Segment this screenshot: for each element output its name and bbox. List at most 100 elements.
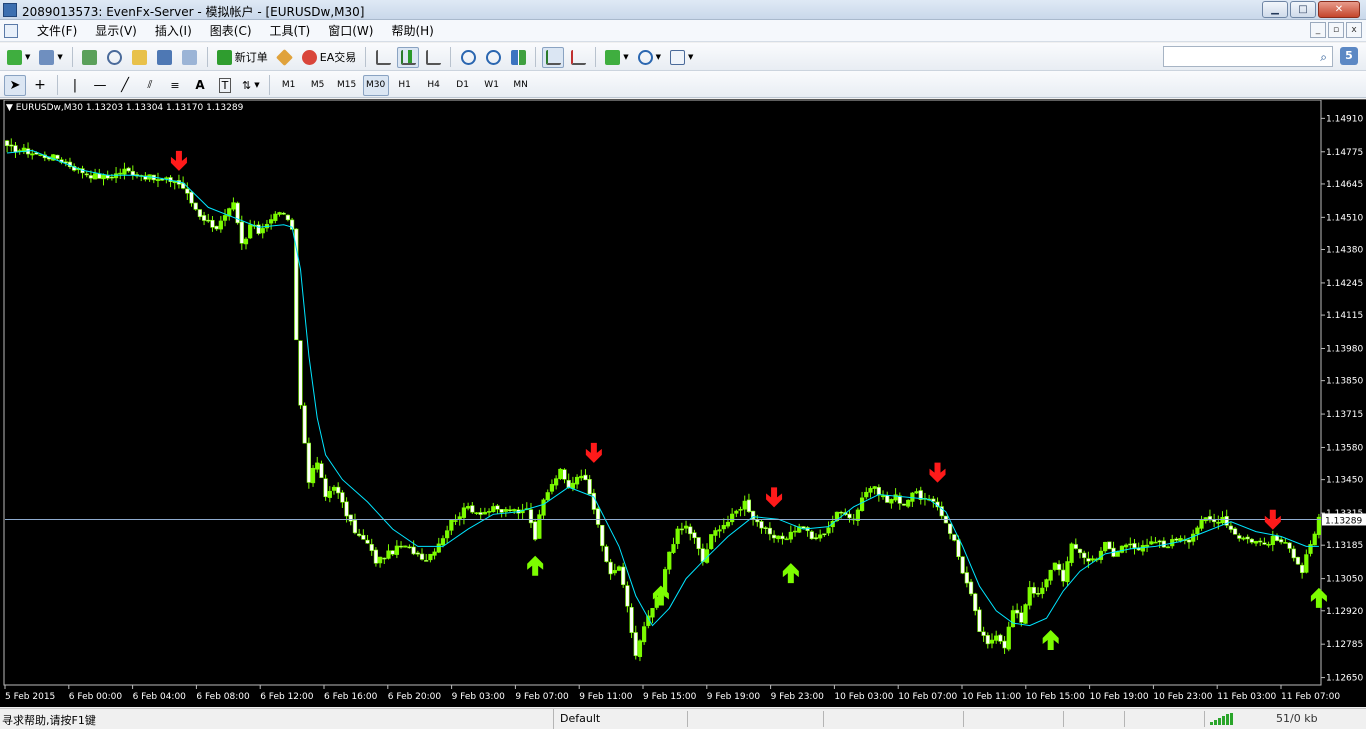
candle-body [1228, 525, 1233, 530]
terminal-button[interactable] [154, 47, 176, 68]
text-button[interactable]: A [189, 75, 211, 96]
candle-body [780, 535, 785, 540]
toolbar-separator [365, 47, 367, 67]
arrows-button[interactable]: ⇅ ▼ [239, 75, 263, 96]
candle-body [759, 521, 764, 529]
menu-window[interactable]: 窗口(W) [319, 23, 382, 39]
navigator-button[interactable] [129, 47, 151, 68]
market-watch-button[interactable] [79, 47, 101, 68]
candle-body [231, 202, 236, 210]
candle-body [1077, 548, 1083, 554]
text-label-button[interactable]: T [214, 75, 236, 96]
cursor-button[interactable]: ➤ [4, 74, 26, 96]
ea-trading-button[interactable]: EA交易 [299, 47, 359, 68]
candle-body [495, 505, 500, 510]
mdi-close-button[interactable]: x [1346, 22, 1362, 38]
timeframe-h4[interactable]: H4 [421, 75, 447, 96]
candle-body [243, 238, 249, 245]
candle-body [1232, 528, 1238, 535]
candle-body [558, 468, 563, 479]
menu-tools[interactable]: 工具(T) [261, 23, 320, 39]
profiles-button[interactable]: ▼ [36, 47, 65, 68]
price-chart[interactable]: 1.132891.149101.147751.146451.145101.143… [0, 100, 1366, 708]
new-chart-button[interactable]: ▼ [4, 47, 33, 68]
timeframe-w1[interactable]: W1 [479, 75, 505, 96]
close-button[interactable]: ✕ [1318, 1, 1360, 18]
candle-body [763, 527, 768, 529]
new-order-button[interactable]: 新订单 [214, 47, 271, 68]
toolbar-separator [206, 47, 208, 67]
strategy-tester-button[interactable] [179, 47, 201, 68]
candle-body [885, 495, 890, 503]
new-order-label: 新订单 [234, 51, 268, 64]
timeframe-m5[interactable]: M5 [305, 75, 331, 96]
search-input[interactable]: ⌕ [1163, 46, 1333, 67]
vertical-line-icon: | [72, 77, 78, 93]
menu-insert[interactable]: 插入(I) [146, 23, 201, 39]
search-icon[interactable]: ⌕ [1320, 50, 1327, 65]
chart-shift-button[interactable] [567, 47, 589, 68]
auto-scroll-icon [545, 49, 561, 65]
fibonacci-button[interactable]: ≡ [164, 75, 186, 96]
crosshair-button[interactable]: + [29, 75, 51, 96]
metaeditor-button[interactable] [274, 47, 296, 68]
candle-body [537, 514, 542, 539]
candle-body [1048, 569, 1053, 581]
mdi-minimize-button[interactable]: _ [1310, 22, 1326, 38]
sell-signal-arrow [766, 487, 783, 508]
timeframe-m15[interactable]: M15 [334, 75, 360, 96]
horizontal-line-button[interactable]: — [89, 75, 111, 96]
cursor-arrow-icon: ➤ [9, 77, 21, 93]
candle-body [260, 228, 265, 234]
chat-icon[interactable]: 5 [1340, 47, 1358, 65]
candle-body [1304, 554, 1309, 573]
toolbar-separator [57, 75, 58, 95]
candle-body [428, 553, 433, 561]
trendline-button[interactable]: ╱ [114, 75, 136, 96]
tile-windows-button[interactable] [507, 47, 529, 68]
candle-body [968, 581, 974, 595]
chart-window[interactable]: 1.13289 1.14910 1.14775 1.14645 1.14510 1.143… [0, 99, 1366, 707]
periods-button[interactable]: ▼ [635, 47, 664, 68]
zoom-in-button[interactable] [457, 47, 479, 68]
auto-scroll-button[interactable] [542, 46, 565, 68]
candle-body [826, 527, 831, 534]
minimize-button[interactable]: ▁ [1262, 1, 1288, 18]
candle-body [1270, 535, 1275, 545]
candle-body [1124, 544, 1129, 548]
menu-file[interactable]: 文件(F) [28, 23, 86, 39]
timeframe-h1[interactable]: H1 [392, 75, 418, 96]
candle-body [160, 178, 165, 181]
candle-body [1119, 545, 1125, 553]
timeframe-m30[interactable]: M30 [362, 74, 389, 96]
timeframe-mn[interactable]: MN [508, 75, 534, 96]
candle-body [847, 513, 852, 519]
equidistant-channel-button[interactable]: ⫽ [139, 75, 161, 96]
candle-body [801, 526, 806, 529]
candlestick-chart-button[interactable] [397, 46, 420, 68]
menu-help[interactable]: 帮助(H) [382, 23, 442, 39]
line-chart-button[interactable] [422, 47, 444, 68]
ea-trading-label: EA交易 [319, 51, 357, 64]
templates-button[interactable]: ▼ [667, 47, 696, 68]
data-window-button[interactable] [104, 47, 126, 68]
chart-doc-icon[interactable] [4, 24, 18, 38]
timeframe-m1[interactable]: M1 [276, 75, 302, 96]
menu-charts[interactable]: 图表(C) [201, 23, 261, 39]
indicators-icon [605, 49, 621, 65]
buy-signal-arrow [782, 563, 799, 584]
candle-body [214, 225, 219, 230]
x-tick-label: 11 Feb 03:00 [1217, 692, 1276, 702]
candle-body [792, 530, 798, 533]
menu-view[interactable]: 显示(V) [86, 23, 146, 39]
vertical-line-button[interactable]: | [64, 75, 86, 96]
candle-body [315, 462, 320, 470]
timeframe-d1[interactable]: D1 [450, 75, 476, 96]
zoom-out-button[interactable] [482, 47, 504, 68]
x-tick-label: 6 Feb 20:00 [388, 692, 442, 702]
maximize-button[interactable]: □ [1290, 1, 1316, 18]
indicators-button[interactable]: ▼ [602, 47, 631, 68]
bar-chart-button[interactable] [372, 47, 394, 68]
candle-body [533, 521, 538, 540]
mdi-restore-button[interactable]: ▫ [1328, 22, 1344, 38]
